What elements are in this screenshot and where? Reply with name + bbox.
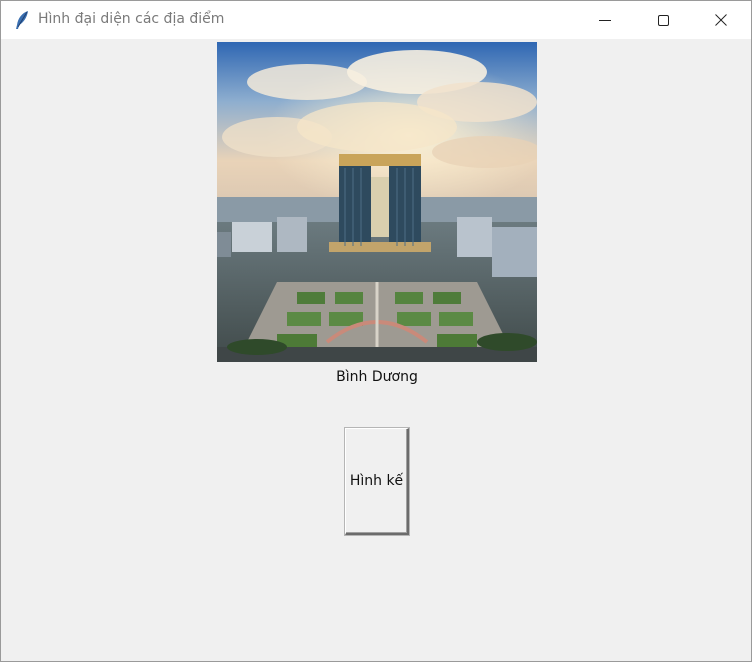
location-caption: Bình Dương xyxy=(336,369,418,385)
maximize-icon xyxy=(658,15,669,26)
title-bar[interactable]: Hình đại diện các địa điểm xyxy=(1,1,751,39)
minimize-icon xyxy=(599,20,611,21)
next-image-button[interactable]: Hình kế xyxy=(345,428,409,535)
next-image-button-label: Hình kế xyxy=(349,473,404,489)
maximize-button[interactable] xyxy=(634,1,692,39)
close-button[interactable] xyxy=(692,1,750,39)
app-window: Hình đại diện các địa điểm Bình Dương Hì… xyxy=(0,0,752,662)
feather-icon xyxy=(13,10,31,30)
close-icon xyxy=(715,14,727,26)
minimize-button[interactable] xyxy=(576,1,634,39)
window-title: Hình đại diện các địa điểm xyxy=(38,11,225,27)
location-photo xyxy=(217,42,537,362)
